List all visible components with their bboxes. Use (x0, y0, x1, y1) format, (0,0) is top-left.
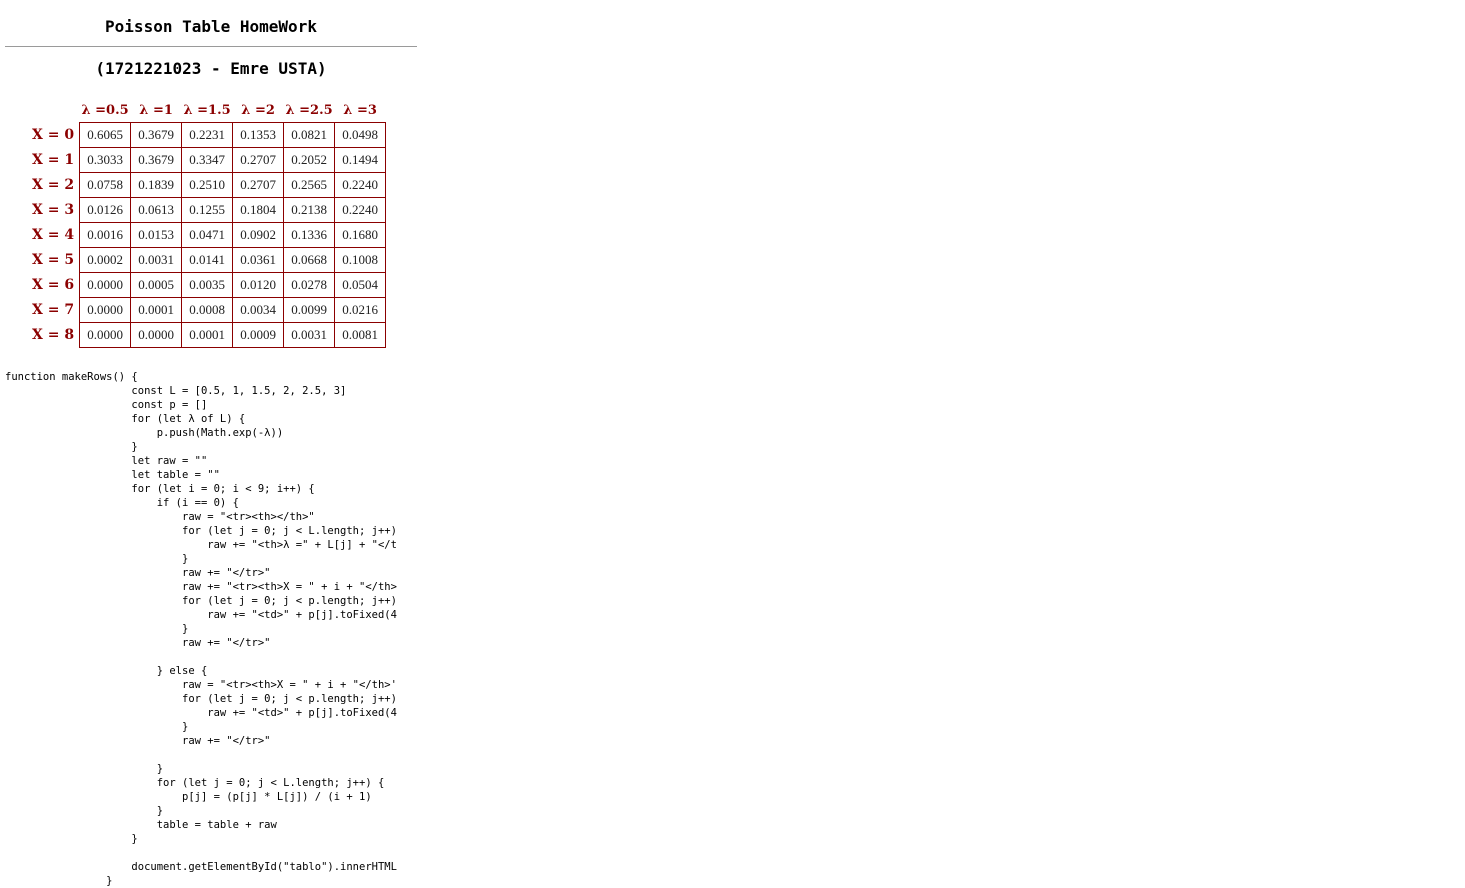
probability-cell: 0.0821 (283, 122, 336, 148)
probability-cell: 0.0031 (283, 322, 336, 348)
probability-cell: 0.0000 (130, 322, 183, 348)
probability-cell: 0.0278 (283, 272, 336, 298)
probability-cell: 0.2231 (181, 122, 234, 148)
title-divider (5, 46, 417, 47)
table-row: X = 1 0.3033 0.3679 0.3347 0.2707 0.2052 0.149… (32, 147, 387, 173)
table-row: X = 0 0.6065 0.3679 0.2231 0.1353 0.0821 0.049… (32, 122, 387, 148)
table-body: X = 0 0.6065 0.3679 0.2231 0.1353 0.0821 0.049… (32, 122, 387, 348)
lambda-header: λ =2 (241, 103, 275, 118)
table-row: X = 6 0.0000 0.0005 0.0035 0.0120 0.0278 0.050… (32, 272, 387, 298)
probability-cell: 0.0153 (130, 222, 183, 248)
table-row: X = 4 0.0016 0.0153 0.0471 0.0902 0.1336 0.168… (32, 222, 387, 248)
row-label: X = 3 (32, 202, 75, 218)
table-row: X = 5 0.0002 0.0031 0.0141 0.0361 0.0668 0.100… (32, 247, 387, 273)
table-row: X = 8 0.0000 0.0000 0.0001 0.0009 0.0031 0.008… (32, 322, 387, 348)
probability-cell: 0.0035 (181, 272, 234, 298)
probability-cell: 0.1494 (334, 147, 387, 173)
probability-cell: 0.0758 (79, 172, 132, 198)
probability-cell: 0.0216 (334, 297, 387, 323)
probability-cell: 0.1008 (334, 247, 387, 273)
probability-cell: 0.2138 (283, 197, 336, 223)
probability-cell: 0.0008 (181, 297, 234, 323)
probability-cell: 0.2510 (181, 172, 234, 198)
code-listing: function makeRows() { const L = [0.5, 1,… (5, 371, 397, 887)
probability-cell: 0.0009 (232, 322, 285, 348)
probability-cell: 0.6065 (79, 122, 132, 148)
row-label: X = 7 (32, 302, 75, 318)
row-label: X = 6 (32, 277, 75, 293)
probability-cell: 0.0031 (130, 247, 183, 273)
probability-cell: 0.3679 (130, 122, 183, 148)
page-subtitle: (1721221023 - Emre USTA) (95, 59, 327, 78)
probability-cell: 0.0002 (79, 247, 132, 273)
probability-cell: 0.1336 (283, 222, 336, 248)
probability-cell: 0.0001 (181, 322, 234, 348)
probability-cell: 0.1255 (181, 197, 234, 223)
probability-cell: 0.0141 (181, 247, 234, 273)
probability-cell: 0.3347 (181, 147, 234, 173)
probability-cell: 0.1680 (334, 222, 387, 248)
probability-cell: 0.0016 (79, 222, 132, 248)
lambda-header: λ =1 (139, 103, 173, 118)
header-section: Poisson Table HomeWork (1721221023 - Emr… (5, 0, 417, 80)
probability-cell: 0.2240 (334, 172, 387, 198)
probability-cell: 0.2052 (283, 147, 336, 173)
probability-cell: 0.0005 (130, 272, 183, 298)
probability-cell: 0.0099 (283, 297, 336, 323)
probability-cell: 0.2240 (334, 197, 387, 223)
lambda-header: λ =2.5 (285, 103, 333, 118)
table-row: X = 2 0.0758 0.1839 0.2510 0.2707 0.2565 0.224… (32, 172, 387, 198)
row-label: X = 0 (32, 127, 75, 143)
lambda-header: λ =0.5 (81, 103, 129, 118)
page-title: Poisson Table HomeWork (105, 17, 317, 36)
probability-cell: 0.0361 (232, 247, 285, 273)
probability-cell: 0.0668 (283, 247, 336, 273)
probability-cell: 0.0000 (79, 297, 132, 323)
probability-cell: 0.1353 (232, 122, 285, 148)
probability-cell: 0.0000 (79, 322, 132, 348)
probability-cell: 0.0902 (232, 222, 285, 248)
corner-cell (32, 99, 80, 123)
row-label: X = 8 (32, 327, 75, 343)
probability-cell: 0.0126 (79, 197, 132, 223)
probability-cell: 0.0081 (334, 322, 387, 348)
probability-cell: 0.0504 (334, 272, 387, 298)
row-label: X = 5 (32, 252, 75, 268)
row-label: X = 1 (32, 152, 75, 168)
probability-cell: 0.0613 (130, 197, 183, 223)
header-row: λ =0.5 λ =1 λ =1.5 λ =2 λ =2.5 λ =3 (32, 99, 386, 123)
probability-cell: 0.0000 (79, 272, 132, 298)
probability-cell: 0.0001 (130, 297, 183, 323)
probability-cell: 0.3033 (79, 147, 132, 173)
probability-cell: 0.3679 (130, 147, 183, 173)
probability-cell: 0.0498 (334, 122, 387, 148)
probability-cell: 0.1804 (232, 197, 285, 223)
probability-cell: 0.2707 (232, 172, 285, 198)
probability-cell: 0.0120 (232, 272, 285, 298)
table-row: X = 3 0.0126 0.0613 0.1255 0.1804 0.2138 0.224… (32, 197, 387, 223)
lambda-header: λ =3 (343, 103, 377, 118)
lambda-header: λ =1.5 (183, 103, 231, 118)
probability-cell: 0.0471 (181, 222, 234, 248)
poisson-table: λ =0.5 λ =1 λ =1.5 λ =2 λ =2.5 λ =3 X = … (32, 99, 387, 348)
row-label: X = 2 (32, 177, 75, 193)
probability-cell: 0.2565 (283, 172, 336, 198)
probability-cell: 0.2707 (232, 147, 285, 173)
row-label: X = 4 (32, 227, 75, 243)
probability-cell: 0.0034 (232, 297, 285, 323)
probability-cell: 0.1839 (130, 172, 183, 198)
table-row: X = 7 0.0000 0.0001 0.0008 0.0034 0.0099 0.021… (32, 297, 387, 323)
